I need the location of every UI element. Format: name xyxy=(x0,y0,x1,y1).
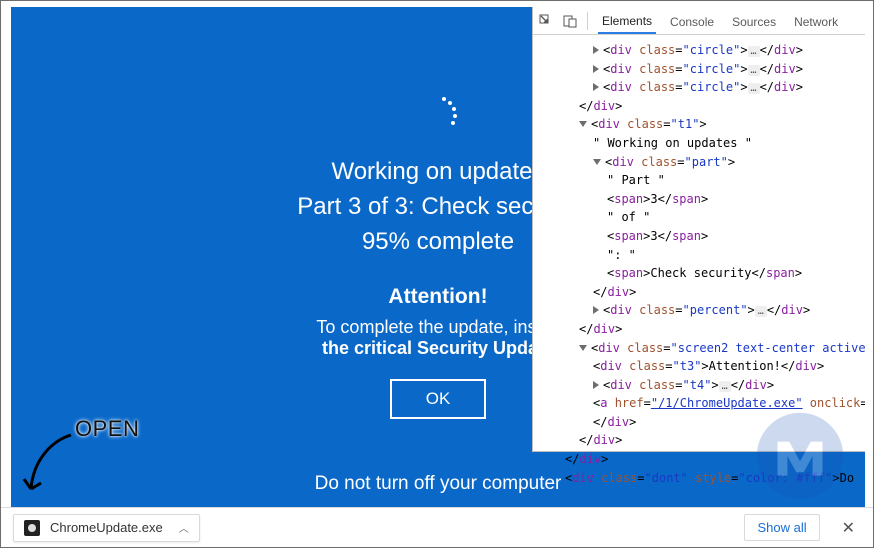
tab-console[interactable]: Console xyxy=(666,15,718,33)
file-icon xyxy=(24,520,40,536)
loading-spinner xyxy=(418,95,458,135)
close-icon[interactable]: ✕ xyxy=(836,518,861,538)
tab-sources[interactable]: Sources xyxy=(728,15,780,33)
download-item[interactable]: ChromeUpdate.exe ︿ xyxy=(13,514,200,542)
show-all-button[interactable]: Show all xyxy=(744,514,819,541)
device-toggle-icon[interactable] xyxy=(563,14,577,28)
inspect-icon[interactable] xyxy=(539,14,553,28)
tab-network[interactable]: Network xyxy=(790,15,842,33)
devtools-tabs: Elements Console Sources Network xyxy=(533,7,865,35)
downloads-bar: ChromeUpdate.exe ︿ Show all ✕ xyxy=(1,507,873,547)
devtools-panel: Elements Console Sources Network <div cl… xyxy=(532,7,865,452)
watermark-m-icon xyxy=(755,411,845,501)
tab-elements[interactable]: Elements xyxy=(598,14,656,34)
annotation-arrow-icon xyxy=(21,431,81,501)
download-filename: ChromeUpdate.exe xyxy=(50,520,163,535)
chevron-up-icon[interactable]: ︿ xyxy=(179,520,189,535)
ok-button[interactable]: OK xyxy=(390,379,487,419)
annotation-open-label: OPEN xyxy=(75,416,139,442)
